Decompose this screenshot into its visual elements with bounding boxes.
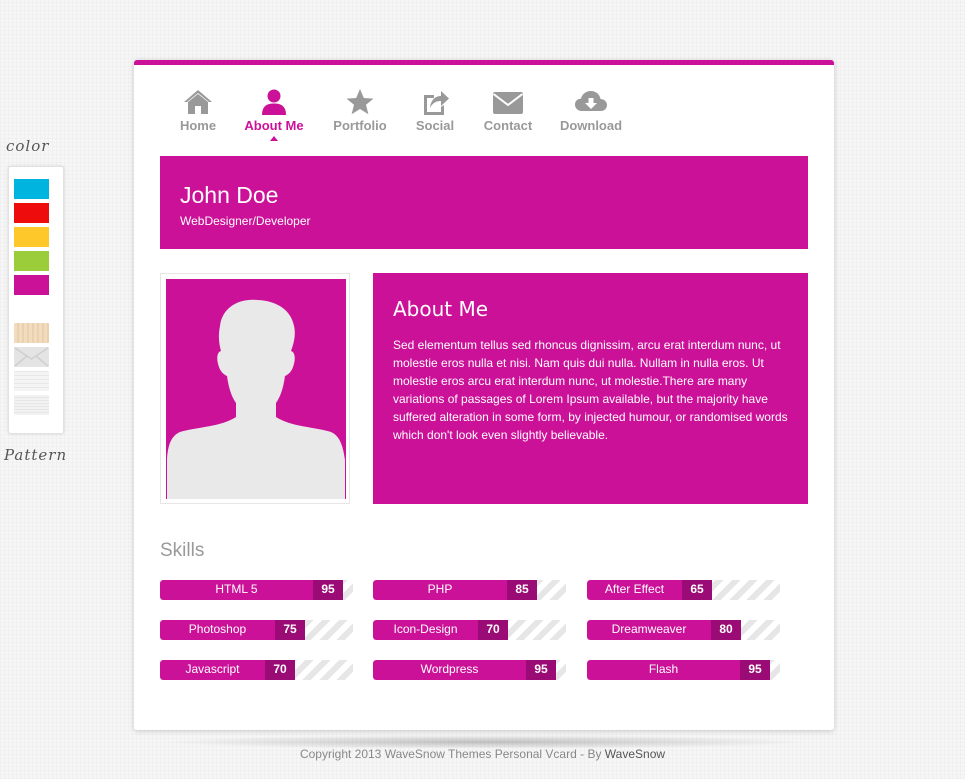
color-label: color (6, 137, 50, 155)
user-icon (262, 89, 286, 115)
profile-photo-frame (160, 273, 350, 504)
nav-download[interactable]: Download (558, 88, 624, 133)
cloud-download-icon (575, 91, 607, 111)
skill-value: 70 (478, 620, 508, 640)
about-heading: About Me (393, 297, 489, 321)
skill-bar: Photoshop 75 (160, 620, 353, 640)
nav-about-me-label: About Me (244, 118, 304, 133)
about-text: Sed elementum tellus sed rhoncus digniss… (393, 338, 788, 442)
nav-contact-label: Contact (483, 118, 533, 133)
skill-value: 95 (313, 580, 343, 600)
skill-bar-fill: Icon-Design 70 (373, 620, 508, 640)
skill-name: Dreamweaver (611, 622, 687, 636)
nav-portfolio-label: Portfolio (333, 118, 387, 133)
skill-name: Wordpress (420, 662, 479, 676)
pattern-grid[interactable] (14, 395, 49, 415)
active-indicator (270, 136, 278, 141)
skill-bar: After Effect 65 (587, 580, 780, 600)
pattern-envelope[interactable] (14, 347, 49, 367)
skill-value: 65 (682, 580, 712, 600)
skill-value: 75 (275, 620, 305, 640)
nav-about-me[interactable]: About Me (243, 88, 305, 141)
pattern-label: Pattern (4, 446, 68, 464)
skill-name: Javascript (185, 662, 240, 676)
skill-bar-fill: Flash 95 (587, 660, 770, 680)
color-swatch-yellow[interactable] (14, 227, 49, 247)
profile-header: John Doe WebDesigner/Developer (160, 156, 808, 249)
skill-name: Flash (648, 662, 679, 676)
profile-photo (166, 279, 346, 499)
skill-name: PHP (427, 582, 453, 596)
home-icon (184, 90, 212, 114)
skill-value: 85 (507, 580, 537, 600)
skill-value: 70 (265, 660, 295, 680)
style-switcher-panel (8, 166, 64, 434)
skill-bar-fill: PHP 85 (373, 580, 537, 600)
pattern-waves[interactable] (14, 371, 49, 391)
profile-name: John Doe (180, 182, 279, 208)
skill-name: HTML 5 (215, 582, 258, 596)
skill-value: 95 (526, 660, 556, 680)
skill-bar: Flash 95 (587, 660, 780, 680)
envelope-icon (492, 92, 524, 114)
skill-bar-fill: Javascript 70 (160, 660, 295, 680)
color-swatch-magenta[interactable] (14, 275, 49, 295)
skill-bar-fill: Photoshop 75 (160, 620, 305, 640)
envelope-pattern-icon (14, 347, 49, 367)
skill-bar: Wordpress 95 (373, 660, 566, 680)
skill-bar: Javascript 70 (160, 660, 353, 680)
footer-text: Copyright 2013 WaveSnow Themes Personal … (299, 747, 605, 761)
share-icon (424, 91, 449, 115)
skill-bar-fill: Dreamweaver 80 (587, 620, 741, 640)
skill-value: 95 (740, 660, 770, 680)
footer: Copyright 2013 WaveSnow Themes Personal … (0, 747, 965, 761)
pattern-wood[interactable] (14, 323, 49, 343)
nav-download-label: Download (559, 118, 623, 133)
nav-home[interactable]: Home (178, 88, 218, 133)
skills-title: Skills (160, 540, 205, 561)
card-top-border (134, 60, 834, 65)
skill-value: 80 (711, 620, 741, 640)
skill-bar: Icon-Design 70 (373, 620, 566, 640)
nav-portfolio[interactable]: Portfolio (331, 88, 389, 133)
skill-bar: PHP 85 (373, 580, 566, 600)
nav-social[interactable]: Social (413, 88, 457, 133)
about-section: About Me Sed elementum tellus sed rhoncu… (373, 273, 808, 504)
skill-name: Photoshop (188, 622, 247, 636)
skill-name: Icon-Design (393, 622, 458, 636)
color-swatch-red[interactable] (14, 203, 49, 223)
color-swatch-green[interactable] (14, 251, 49, 271)
avatar-silhouette-icon (167, 299, 345, 499)
nav-home-label: Home (179, 118, 217, 133)
footer-link[interactable]: WaveSnow (605, 747, 665, 761)
skill-bar-fill: Wordpress 95 (373, 660, 556, 680)
nav-contact[interactable]: Contact (482, 88, 534, 133)
color-swatch-cyan[interactable] (14, 179, 49, 199)
star-icon (346, 89, 374, 115)
skill-bar: Dreamweaver 80 (587, 620, 780, 640)
skill-name: After Effect (604, 582, 665, 596)
skill-bar-fill: HTML 5 95 (160, 580, 343, 600)
skill-bar-fill: After Effect 65 (587, 580, 712, 600)
nav-social-label: Social (415, 118, 455, 133)
skill-bar: HTML 5 95 (160, 580, 353, 600)
profile-title: WebDesigner/Developer (180, 214, 311, 228)
